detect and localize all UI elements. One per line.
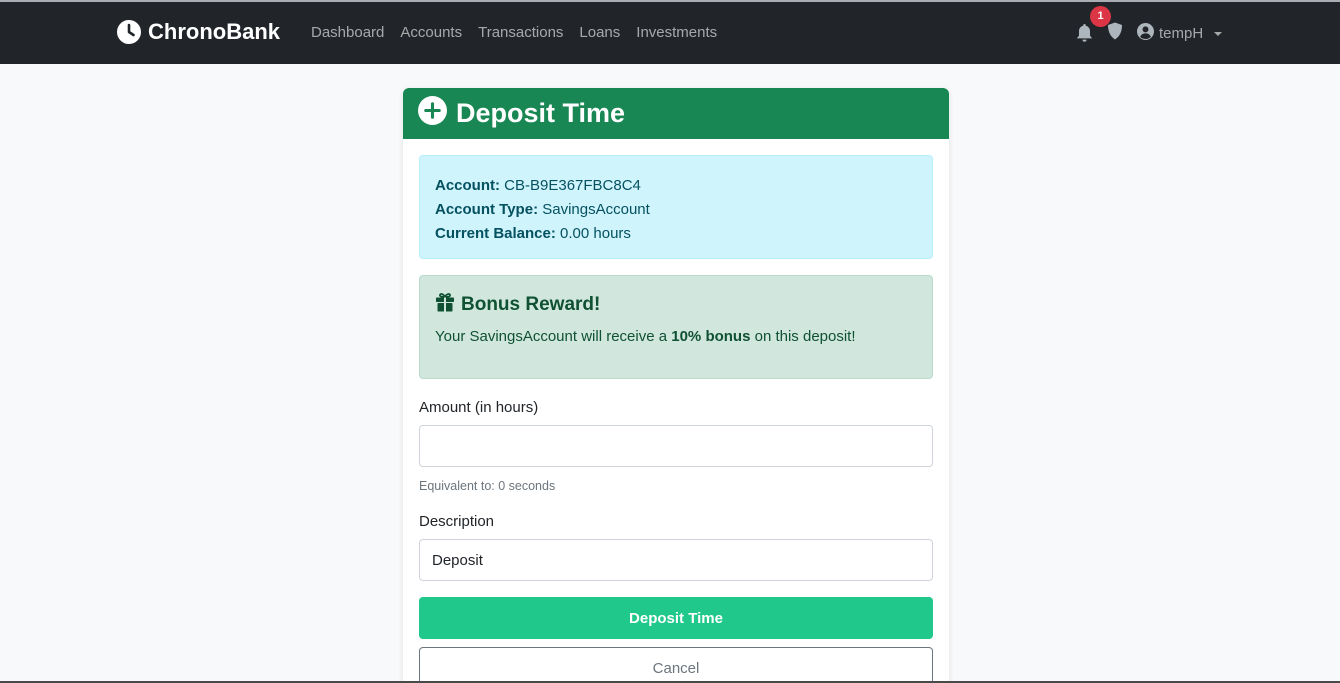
- bonus-text-after: on this deposit!: [754, 328, 856, 345]
- nav-link-loans[interactable]: Loans: [579, 24, 620, 41]
- balance-value: 0.00 hours: [560, 225, 631, 242]
- account-info-alert: Account: CB-B9E367FBC8C4 Account Type: S…: [419, 155, 933, 259]
- account-number: CB-B9E367FBC8C4: [504, 177, 641, 194]
- nav-links: Dashboard Accounts Transactions Loans In…: [311, 24, 717, 41]
- user-menu[interactable]: tempH: [1137, 23, 1223, 44]
- cancel-button[interactable]: Cancel: [419, 647, 933, 683]
- account-label: Account:: [435, 177, 500, 194]
- nav-link-transactions[interactable]: Transactions: [478, 24, 563, 41]
- user-circle-icon: [1137, 23, 1154, 44]
- nav-link-accounts[interactable]: Accounts: [400, 24, 462, 41]
- notification-badge: 1: [1090, 5, 1111, 27]
- page-title: Deposit Time: [456, 98, 626, 128]
- gift-icon: [435, 292, 455, 318]
- chevron-down-icon: [1214, 31, 1223, 36]
- plus-circle-icon: [418, 95, 447, 132]
- account-row: Account: CB-B9E367FBC8C4: [435, 174, 917, 198]
- deposit-card: Deposit Time Account: CB-B9E367FBC8C4 Ac…: [403, 88, 949, 683]
- bonus-percentage: 10% bonus: [671, 328, 751, 345]
- brand-link[interactable]: ChronoBank: [117, 19, 280, 45]
- bell-icon: [1076, 23, 1093, 47]
- account-type-label: Account Type:: [435, 201, 539, 218]
- bonus-text-before: Your SavingsAccount will receive a: [435, 328, 668, 345]
- navbar: ChronoBank Dashboard Accounts Transactio…: [0, 2, 1340, 64]
- shield-icon[interactable]: [1107, 22, 1123, 45]
- bonus-alert: Bonus Reward! Your SavingsAccount will r…: [419, 275, 933, 379]
- card-body: Account: CB-B9E367FBC8C4 Account Type: S…: [403, 139, 949, 683]
- username: tempH: [1159, 25, 1204, 42]
- description-label: Description: [419, 513, 495, 530]
- account-type-row: Account Type: SavingsAccount: [435, 198, 917, 222]
- balance-row: Current Balance: 0.00 hours: [435, 222, 917, 246]
- nav-right: 1 tempH: [1076, 5, 1223, 47]
- clock-icon: [117, 20, 141, 44]
- amount-label: Amount (in hours): [419, 399, 539, 416]
- nav-link-investments[interactable]: Investments: [636, 24, 717, 41]
- amount-input[interactable]: [419, 425, 933, 467]
- bonus-text: Your SavingsAccount will receive a 10% b…: [435, 328, 917, 345]
- deposit-time-button[interactable]: Deposit Time: [419, 597, 933, 639]
- bonus-title: Bonus Reward!: [461, 294, 601, 315]
- balance-label: Current Balance:: [435, 225, 556, 242]
- nav-link-dashboard[interactable]: Dashboard: [311, 24, 384, 41]
- notifications-button[interactable]: 1: [1076, 5, 1111, 47]
- equivalent-text: Equivalent to: 0 seconds: [419, 479, 556, 493]
- account-type-value: SavingsAccount: [542, 201, 650, 218]
- card-header: Deposit Time: [403, 88, 949, 139]
- description-input[interactable]: [419, 539, 933, 581]
- bonus-title-row: Bonus Reward!: [435, 292, 917, 318]
- brand-name: ChronoBank: [148, 19, 280, 44]
